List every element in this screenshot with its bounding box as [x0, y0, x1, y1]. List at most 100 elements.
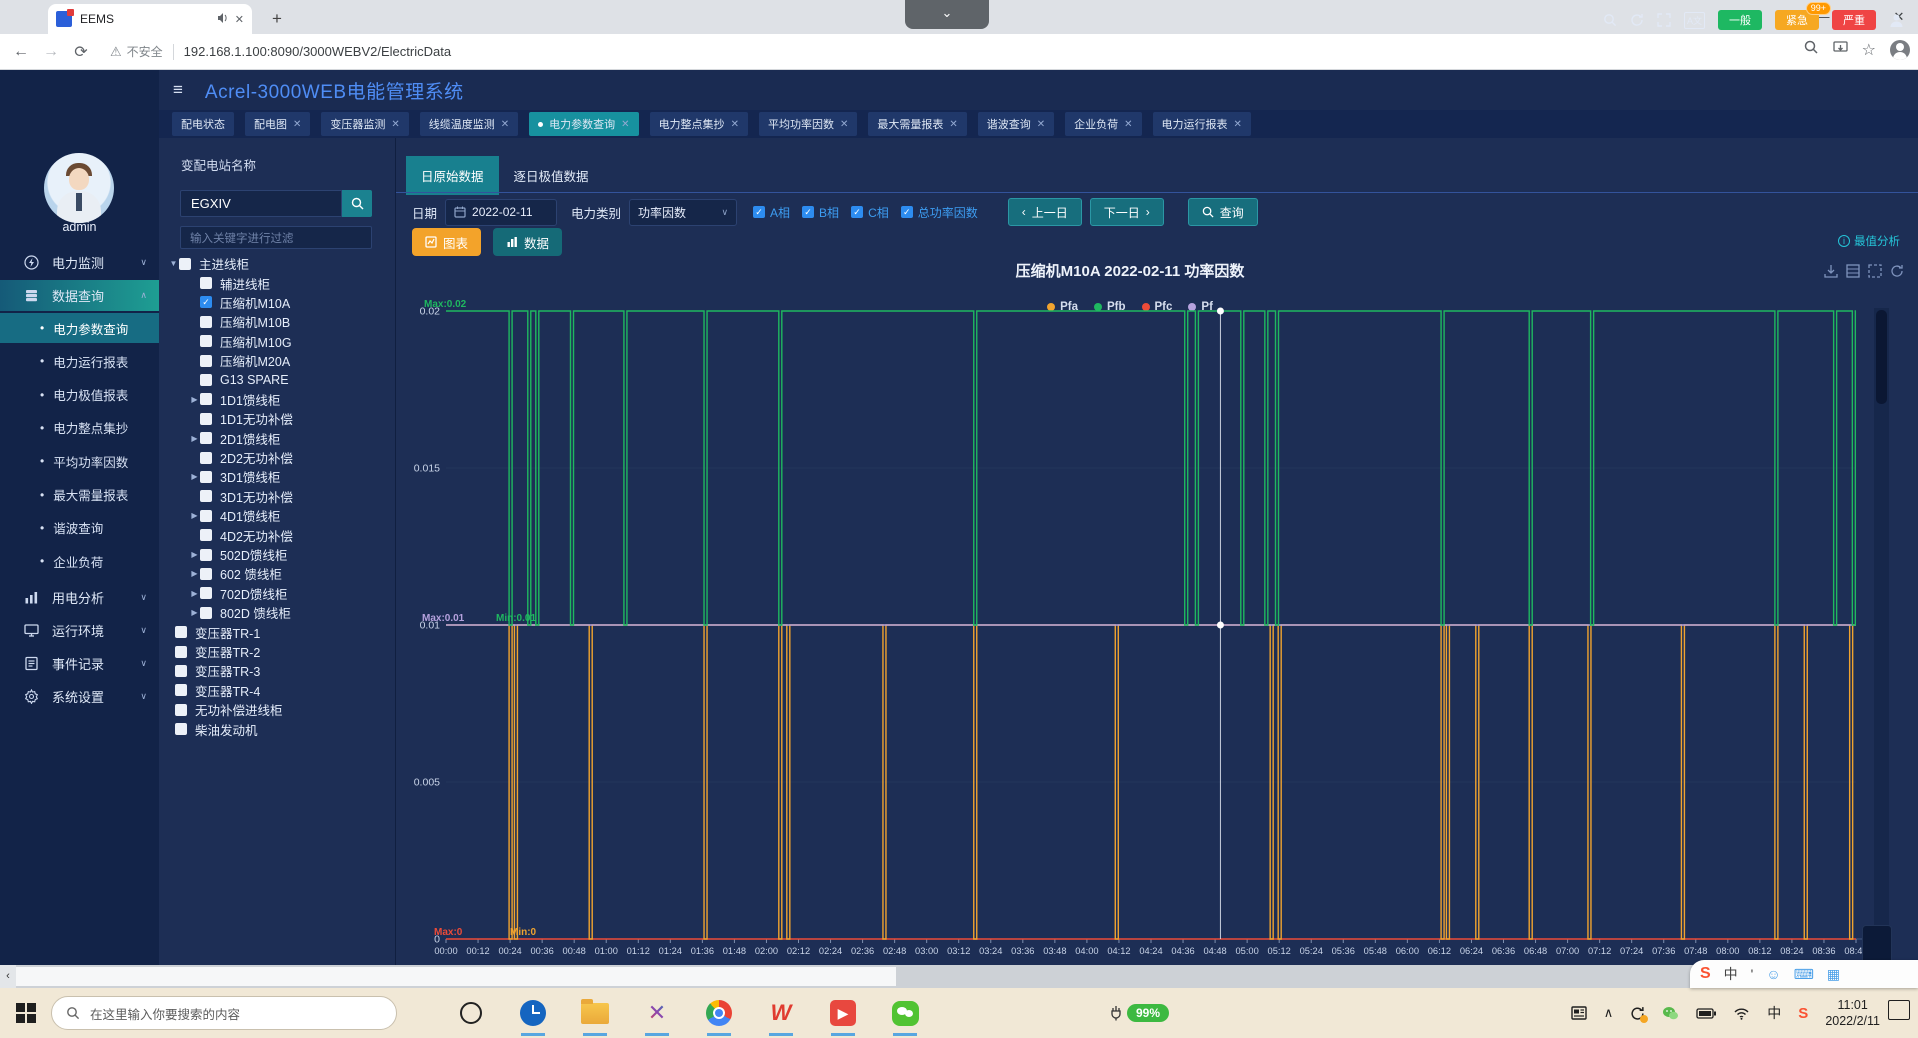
checkbox[interactable] [200, 490, 212, 502]
sidebar-subitem-平均功率因数[interactable]: •平均功率因数 [0, 446, 159, 476]
nav-tab-谐波查询[interactable]: 谐波查询✕ [978, 112, 1054, 136]
tree-node-变压器TR-4[interactable]: 变压器TR-4 [168, 681, 392, 700]
sync-icon[interactable] [1630, 1006, 1645, 1021]
tree-node-变压器TR-1[interactable]: 变压器TR-1 [168, 622, 392, 641]
ime-mode-icon[interactable]: 中 [1724, 964, 1738, 984]
tree-node-变压器TR-2[interactable]: 变压器TR-2 [168, 642, 392, 661]
new-tab-button[interactable]: + [264, 6, 290, 32]
station-input[interactable]: EGXIV [180, 190, 342, 217]
tab-close-icon[interactable]: ✕ [840, 119, 848, 130]
clock-app-icon[interactable] [519, 999, 547, 1027]
tree-node-3D1无功补偿[interactable]: 3D1无功补偿 [168, 487, 392, 506]
notification-icon[interactable] [1888, 1000, 1910, 1020]
tray-clock[interactable]: 11:01 2022/2/11 [1825, 997, 1880, 1029]
checkbox[interactable] [200, 393, 212, 405]
zoom-select-icon[interactable] [1868, 264, 1882, 278]
nav-tab-最大需量报表[interactable]: 最大需量报表✕ [868, 112, 966, 136]
tree-node-4D1馈线柜[interactable]: ▶4D1馈线柜 [168, 506, 392, 525]
wps-icon[interactable]: W [767, 999, 795, 1027]
tree-node-G13 SPARE[interactable]: G13 SPARE [168, 370, 392, 389]
toolbox-icon[interactable]: ▦ [1827, 966, 1840, 983]
tree-node-主进线柜[interactable]: ▼主进线柜 [168, 254, 392, 273]
nav-tab-电力整点集抄[interactable]: 电力整点集抄✕ [650, 112, 748, 136]
extremes-analysis-link[interactable]: i 最值分析 [1838, 233, 1900, 249]
sidebar-subitem-企业负荷[interactable]: •企业负荷 [0, 546, 159, 576]
checkbox[interactable] [200, 452, 212, 464]
back-icon[interactable]: ← [6, 43, 36, 61]
nav-tab-变压器监测[interactable]: 变压器监测✕ [321, 112, 408, 136]
sidebar-subitem-最大需量报表[interactable]: •最大需量报表 [0, 480, 159, 510]
tab-close-icon[interactable]: ✕ [1037, 119, 1045, 130]
keyboard-icon[interactable]: ⌨ [1794, 966, 1814, 983]
sidebar-item-电力监测[interactable]: 电力监测∨ [0, 247, 159, 278]
sidebar-item-数据查询[interactable]: 数据查询∧ [0, 280, 159, 311]
chevron-up-icon[interactable]: ∧ [1604, 1005, 1614, 1021]
fullscreen-icon[interactable] [1657, 13, 1671, 27]
next-day-button[interactable]: 下一日 › [1090, 198, 1164, 226]
tree-node-502D馈线柜[interactable]: ▶502D馈线柜 [168, 545, 392, 564]
type-select[interactable]: 功率因数∨ [629, 199, 737, 226]
checkbox-C相[interactable]: ✓C相 [851, 204, 889, 221]
ime-zh-icon[interactable]: 中 [1767, 1003, 1781, 1023]
translate-icon[interactable]: A文 [1684, 12, 1705, 29]
tree-node-无功补偿进线柜[interactable]: 无功补偿进线柜 [168, 700, 392, 719]
cortana-icon[interactable] [457, 999, 485, 1027]
search-icon[interactable] [1603, 13, 1617, 27]
user-icon[interactable] [1889, 13, 1904, 28]
tab-close-icon[interactable]: ✕ [1234, 119, 1242, 130]
tree-node-1D1无功补偿[interactable]: 1D1无功补偿 [168, 409, 392, 428]
tab-close-icon[interactable]: ✕ [235, 13, 244, 26]
checkbox[interactable] [200, 587, 212, 599]
tree-node-变压器TR-3[interactable]: 变压器TR-3 [168, 661, 392, 680]
news-icon[interactable] [1571, 1006, 1587, 1020]
station-search-button[interactable] [342, 190, 372, 217]
wifi-icon[interactable] [1733, 1007, 1750, 1020]
forward-icon[interactable]: → [36, 43, 66, 61]
tools-app-icon[interactable]: ✕ [643, 999, 671, 1027]
nav-tab-电力运行报表[interactable]: 电力运行报表✕ [1153, 112, 1251, 136]
caret-right-icon[interactable]: ▶ [189, 472, 200, 481]
tab-close-icon[interactable]: ✕ [1124, 119, 1132, 130]
tree-node-压缩机M10A[interactable]: ✓压缩机M10A [168, 293, 392, 312]
restore-icon[interactable] [1890, 264, 1904, 278]
checkbox[interactable] [200, 471, 212, 483]
sidebar-item-系统设置[interactable]: 系统设置∨ [0, 681, 159, 712]
wechat-icon[interactable] [891, 999, 919, 1027]
sidebar-item-用电分析[interactable]: 用电分析∨ [0, 582, 159, 613]
checkbox[interactable] [200, 316, 212, 328]
checkbox[interactable] [200, 355, 212, 367]
data-view-button[interactable]: 数据 [493, 228, 562, 256]
nav-tab-平均功率因数[interactable]: 平均功率因数✕ [759, 112, 857, 136]
browser-tab[interactable]: EEMS ✕ [48, 4, 252, 34]
sidebar-item-运行环境[interactable]: 运行环境∨ [0, 615, 159, 646]
checkbox[interactable] [200, 510, 212, 522]
tree-node-3D1馈线柜[interactable]: ▶3D1馈线柜 [168, 467, 392, 486]
checkbox[interactable]: ✓ [901, 206, 913, 218]
tree-node-802D 馈线柜[interactable]: ▶802D 馈线柜 [168, 603, 392, 622]
sogou-icon[interactable]: S [1798, 1005, 1808, 1022]
checkbox[interactable] [200, 277, 212, 289]
sidebar-subitem-电力整点集抄[interactable]: •电力整点集抄 [0, 413, 159, 443]
checkbox[interactable] [175, 646, 187, 658]
tree-node-602 馈线柜[interactable]: ▶602 馈线柜 [168, 564, 392, 583]
sogou-s-icon[interactable]: S [1700, 965, 1711, 983]
checkbox[interactable]: ✓ [753, 206, 765, 218]
date-input[interactable]: 2022-02-11 [445, 199, 557, 226]
install-icon[interactable] [1833, 40, 1848, 60]
tab-close-icon[interactable]: ✕ [391, 119, 399, 130]
tree-node-压缩机M10B[interactable]: 压缩机M10B [168, 312, 392, 331]
tree-node-702D馈线柜[interactable]: ▶702D馈线柜 [168, 584, 392, 603]
checkbox[interactable] [175, 704, 187, 716]
red-app-icon[interactable]: ▶ [829, 999, 857, 1027]
checkbox[interactable] [200, 549, 212, 561]
checkbox[interactable] [200, 568, 212, 580]
checkbox[interactable] [175, 665, 187, 677]
checkbox[interactable]: ✓ [851, 206, 863, 218]
alarm-button-紧急[interactable]: 紧急99+ [1775, 10, 1819, 30]
vertical-scrollbar-thumb[interactable] [1876, 310, 1887, 404]
taskbar-search[interactable]: 在这里输入你要搜索的内容 [51, 996, 397, 1030]
scroll-left-icon[interactable]: ‹ [0, 965, 16, 988]
nav-tab-配电图[interactable]: 配电图✕ [245, 112, 310, 136]
checkbox-总功率因数[interactable]: ✓总功率因数 [901, 204, 978, 221]
caret-right-icon[interactable]: ▶ [189, 550, 200, 559]
